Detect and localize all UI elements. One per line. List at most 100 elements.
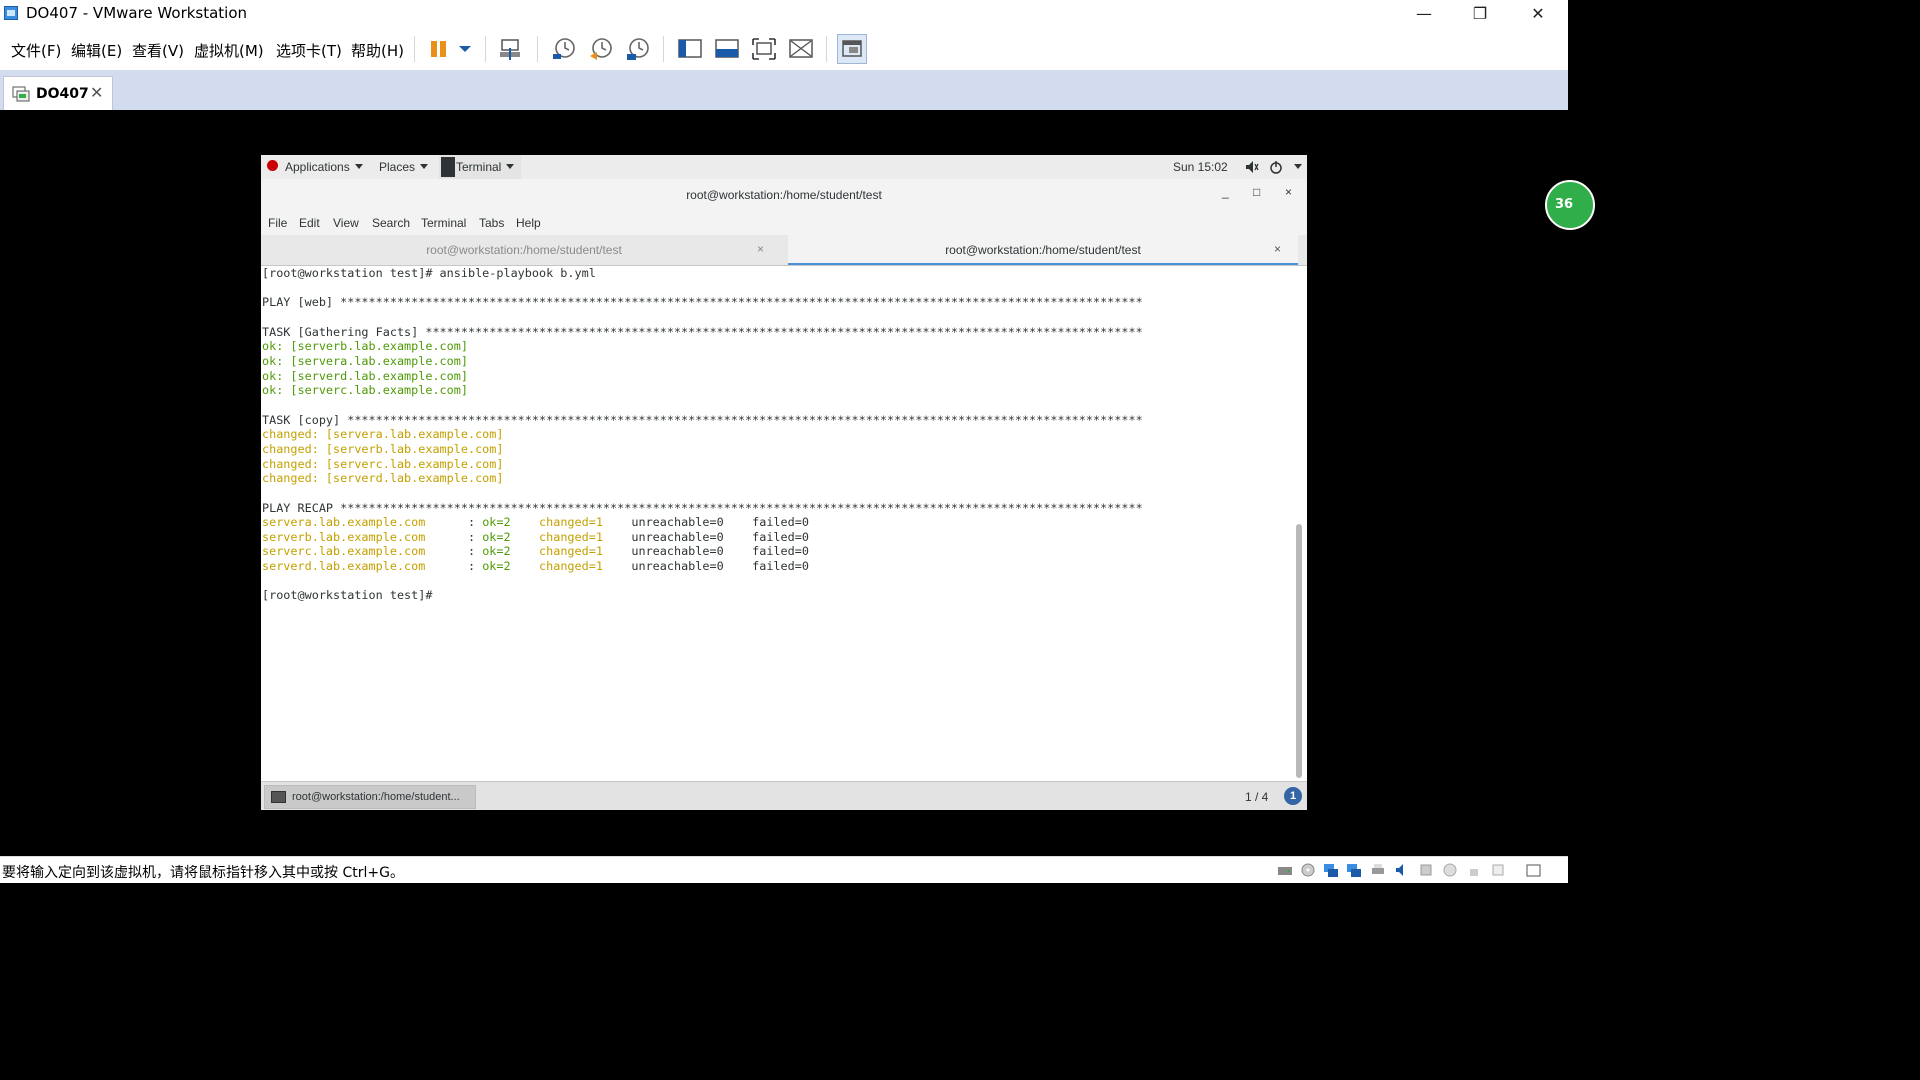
terminal-output[interactable]: [root@workstation test]# ansible-playboo… [261, 266, 1307, 781]
restore-button[interactable]: ❐ [1460, 2, 1500, 26]
network-speed-badge[interactable]: 36 [1545, 180, 1595, 230]
recap-separator: : [460, 559, 483, 574]
terminal-close-button[interactable]: × [1285, 185, 1292, 199]
workspace-pager[interactable]: 1 / 4 [1245, 790, 1268, 804]
vm-icon [12, 86, 30, 102]
recap-row: servera.lab.example.com : ok=2 changed=1… [262, 515, 1292, 530]
gnome-top-bar: Applications Places Terminal Sun 15:02 [261, 155, 1307, 180]
pause-icon[interactable] [428, 36, 454, 62]
terminal-tab-bar: root@workstation:/home/student/test × ro… [261, 235, 1307, 266]
console-view-icon[interactable] [714, 36, 740, 62]
cd-dvd-icon[interactable] [1300, 862, 1316, 878]
terminal-menu-terminal[interactable]: Terminal [421, 216, 466, 230]
guest-screen[interactable]: Applications Places Terminal Sun 15:02 r… [261, 155, 1307, 810]
system-menu-chevron[interactable] [1289, 160, 1302, 174]
vm-tab-strip: DO407 ✕ [0, 70, 1568, 111]
terminal-app-menu[interactable]: Terminal [439, 155, 521, 179]
display-icon[interactable] [1442, 862, 1458, 878]
snapshot-icon[interactable] [551, 36, 577, 62]
recap-host: servera.lab.example.com [262, 515, 461, 530]
close-tab-icon[interactable]: × [1274, 242, 1281, 256]
menu-view[interactable]: 查看(V) [132, 40, 184, 61]
vm-tab-do407[interactable]: DO407 ✕ [3, 76, 113, 111]
places-label: Places [379, 160, 416, 174]
snapshot-manager-icon[interactable] [625, 36, 651, 62]
applications-label: Applications [285, 160, 350, 174]
terminal-line: changed: [servera.lab.example.com] [262, 427, 504, 442]
hard-disk-icon[interactable] [1277, 862, 1293, 878]
window-title: DO407 - VMware Workstation [26, 4, 248, 22]
terminal-line: ok: [serverd.lab.example.com] [262, 368, 468, 383]
terminal-line: ok: [serverc.lab.example.com] [262, 383, 468, 398]
terminal-app-icon [441, 157, 455, 177]
terminal-minimize-button[interactable]: _ [1222, 185, 1229, 199]
recap-ok: ok=2 [482, 529, 540, 544]
notification-icon[interactable]: 1 [1284, 787, 1302, 805]
library-view-icon[interactable] [677, 36, 703, 62]
applications-menu[interactable]: Applications [285, 160, 363, 174]
recap-unreachable: unreachable=0 [631, 559, 753, 574]
chevron-down-icon[interactable] [455, 36, 481, 62]
menu-edit[interactable]: 编辑(E) [71, 40, 122, 61]
resize-grip-icon[interactable] [1526, 862, 1542, 878]
terminal-tab-1[interactable]: root@workstation:/home/student/test × [261, 235, 787, 265]
power-icon[interactable] [1269, 160, 1283, 177]
terminal-line: TASK [Gathering Facts] *****************… [262, 324, 1143, 339]
close-button[interactable]: ✕ [1518, 2, 1558, 26]
caret-down-icon [420, 164, 429, 169]
vm-tab-label: DO407 [36, 86, 89, 102]
network-adapter-2-icon[interactable] [1346, 862, 1362, 878]
printer-icon[interactable] [1370, 862, 1386, 878]
places-menu[interactable]: Places [379, 160, 429, 174]
terminal-menu-file[interactable]: File [268, 216, 287, 230]
shell-prompt[interactable]: [root@workstation test]# [262, 588, 1292, 603]
terminal-menu-view[interactable]: View [333, 216, 359, 230]
recap-unreachable: unreachable=0 [631, 529, 753, 544]
terminal-line: ok: [servera.lab.example.com] [262, 353, 468, 368]
thumbnail-view-icon[interactable] [837, 34, 867, 64]
gnome-window-list: root@workstation:/home/student... 1 / 4 … [261, 781, 1307, 810]
terminal-maximize-button[interactable]: □ [1253, 185, 1260, 199]
close-tab-icon[interactable]: ✕ [90, 83, 103, 102]
minimize-button[interactable]: — [1404, 2, 1444, 26]
network-adapter-icon[interactable] [1323, 862, 1339, 878]
terminal-menu-help[interactable]: Help [516, 216, 541, 230]
taskbar-terminal-button[interactable]: root@workstation:/home/student... [264, 785, 476, 809]
fullscreen-icon[interactable] [751, 36, 777, 62]
menu-vm[interactable]: 虚拟机(M) [194, 40, 264, 61]
recap-changed: changed=1 [539, 544, 632, 559]
recap-failed: failed=0 [752, 544, 809, 559]
terminal-scrollbar[interactable] [1296, 524, 1302, 778]
terminal-menu-edit[interactable]: Edit [299, 216, 320, 230]
terminal-menu-tabs[interactable]: Tabs [479, 216, 504, 230]
vmware-titlebar: DO407 - VMware Workstation — ❐ ✕ [0, 0, 1568, 28]
sound-card-icon[interactable] [1394, 862, 1410, 878]
terminal-app-label: Terminal [456, 160, 502, 174]
revert-snapshot-icon[interactable] [588, 36, 614, 62]
terminal-tab-2[interactable]: root@workstation:/home/student/test × [788, 235, 1298, 265]
terminal-menu-search[interactable]: Search [372, 216, 410, 230]
send-ctrl-alt-del-icon[interactable] [498, 36, 524, 62]
clock[interactable]: Sun 15:02 [1173, 160, 1228, 174]
toolbar-separator [537, 36, 538, 62]
recap-ok: ok=2 [482, 559, 540, 574]
terminal-menubar: File Edit View Search Terminal Tabs Help [261, 211, 1307, 235]
caret-down-icon [506, 164, 515, 169]
message-log-icon[interactable] [1490, 862, 1506, 878]
menu-file[interactable]: 文件(F) [11, 40, 61, 61]
recap-failed: failed=0 [752, 529, 809, 544]
volume-icon[interactable] [1245, 160, 1259, 177]
terminal-line: PLAY [web] *****************************… [262, 295, 1143, 310]
lock-icon[interactable] [1466, 862, 1482, 878]
terminal-icon [271, 791, 286, 803]
close-tab-icon[interactable]: × [757, 242, 764, 256]
usb-icon[interactable] [1418, 862, 1434, 878]
unity-icon[interactable] [788, 36, 814, 62]
menu-help[interactable]: 帮助(H) [351, 40, 404, 61]
menu-tabs[interactable]: 选项卡(T) [276, 40, 342, 61]
toolbar-separator [414, 36, 415, 62]
